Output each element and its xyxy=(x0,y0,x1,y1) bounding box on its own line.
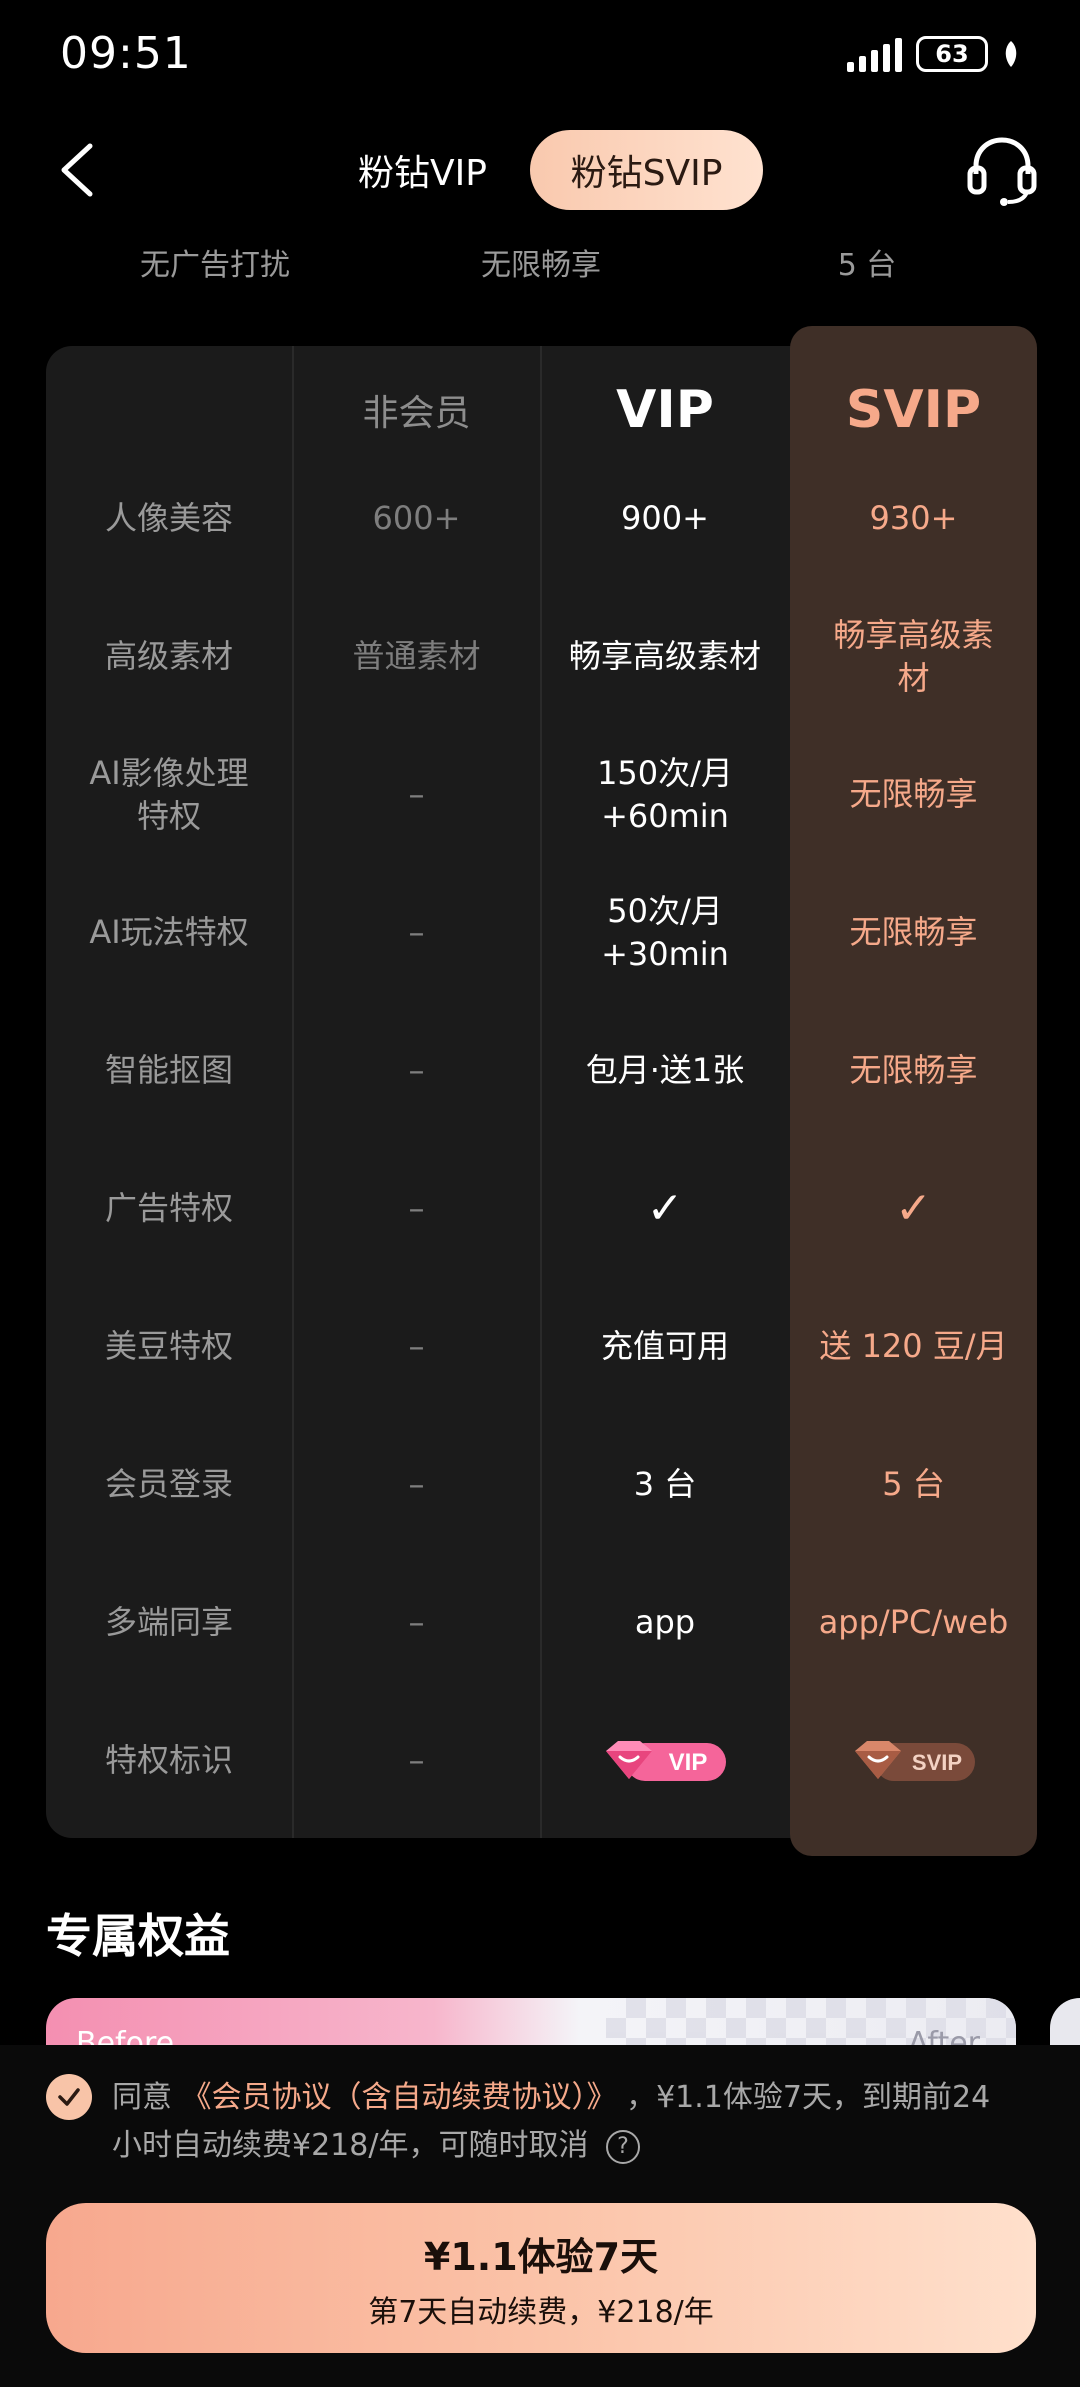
non-member-value: 600+ xyxy=(372,499,461,538)
vip-value: 包月·送1张 xyxy=(585,1051,745,1090)
vip-value: 900+ xyxy=(621,499,709,538)
row-label: 高级素材 xyxy=(104,637,233,676)
cta-sub-label: 第7天自动续费，¥218/年 xyxy=(368,2294,714,2330)
non-member-value: – xyxy=(408,1327,425,1366)
row-label: 特权标识 xyxy=(104,1741,233,1780)
vip-value: 充值可用 xyxy=(600,1327,729,1366)
table-row: AI影像处理特权 – 150次/月 +60min 无限畅享 xyxy=(46,726,1037,864)
vip-value: 3 台 xyxy=(633,1465,697,1504)
tab-svip[interactable]: 粉钻SVIP xyxy=(530,130,763,210)
leaf-icon xyxy=(1005,41,1017,67)
non-member-value: 普通素材 xyxy=(352,637,481,676)
vip-badge-cell: VIP xyxy=(541,1692,789,1830)
summary-item: 无限畅享 xyxy=(481,248,601,283)
non-member-value: – xyxy=(408,1465,425,1504)
check-icon xyxy=(58,2088,80,2106)
cta-main-label: ¥1.1体验7天 xyxy=(423,2234,659,2279)
table-row: AI玩法特权 – 50次/月 +30min 无限畅享 xyxy=(46,864,1037,1002)
non-member-value: – xyxy=(408,913,425,952)
header: 粉钻VIP 粉钻SVIP xyxy=(0,120,1080,220)
non-member-value: – xyxy=(408,1051,425,1090)
back-icon[interactable] xyxy=(50,140,110,200)
header-non-member: 非会员 xyxy=(362,393,471,434)
svip-badge-cell: SVIP xyxy=(790,1692,1037,1830)
vip-value: 50次/月 +30min xyxy=(601,891,729,973)
table-row: 人像美容 600+ 900+ 930+ xyxy=(46,450,1037,588)
svip-check-icon: ✓ xyxy=(895,1183,932,1235)
row-label: 多端同享 xyxy=(104,1603,233,1642)
table-row: 高级素材 普通素材 畅享高级素材 畅享高级素材 xyxy=(46,588,1037,726)
non-member-value: – xyxy=(408,775,425,814)
battery-icon: 63 xyxy=(916,36,988,72)
svip-value: 930+ xyxy=(869,499,958,538)
table-row: 多端同享 – app app/PC/web xyxy=(46,1554,1037,1692)
vip-value: 150次/月 +60min xyxy=(597,753,733,835)
non-member-value: – xyxy=(408,1603,425,1642)
svip-value: 无限畅享 xyxy=(849,1051,978,1090)
table-row: 会员登录 – 3 台 5 台 xyxy=(46,1416,1037,1554)
vip-value: 畅享高级素材 xyxy=(569,637,762,676)
row-label: 智能抠图 xyxy=(104,1051,233,1090)
summary-item: 5 台 xyxy=(837,248,897,283)
summary-row: 无广告打扰 无限畅享 5 台 xyxy=(0,240,1080,290)
subscribe-button[interactable]: ¥1.1体验7天 第7天自动续费，¥218/年 xyxy=(46,2203,1036,2353)
row-label: 广告特权 xyxy=(104,1189,233,1228)
svip-badge-text: SVIP xyxy=(911,1750,961,1775)
svip-value: 畅享高级素材 xyxy=(833,615,994,697)
section-title: 专属权益 xyxy=(46,1909,230,1963)
non-member-value: – xyxy=(408,1189,425,1228)
status-time: 09:51 xyxy=(60,28,192,79)
table-row: 广告特权 – ✓ ✓ xyxy=(46,1140,1037,1278)
header-vip: VIP xyxy=(616,380,714,440)
battery-level: 63 xyxy=(935,40,969,68)
table-row: 智能抠图 – 包月·送1张 无限畅享 xyxy=(46,1002,1037,1140)
vip-check-icon: ✓ xyxy=(646,1183,684,1235)
agreement-prefix: 同意 xyxy=(112,2080,172,2115)
summary-item: 无广告打扰 xyxy=(140,248,290,283)
status-icons: 63 xyxy=(847,34,1020,74)
signal-icon xyxy=(847,36,902,72)
row-label: 人像美容 xyxy=(104,499,233,538)
table-row: 美豆特权 – 充值可用 送 120 豆/月 xyxy=(46,1278,1037,1416)
vip-value: app xyxy=(634,1603,696,1642)
non-member-value: – xyxy=(408,1741,425,1780)
customer-service-icon[interactable] xyxy=(964,132,1040,208)
help-icon[interactable]: ? xyxy=(606,2129,641,2164)
status-bar: 09:51 63 xyxy=(0,0,1080,110)
svip-value: 送 120 豆/月 xyxy=(819,1327,1008,1366)
membership-page: 09:51 63 粉钻VIP 粉钻SVIP 无广告打扰 无限畅享 5 台 非会员… xyxy=(0,0,1080,2387)
svip-badge-icon: SVIP xyxy=(854,1741,975,1781)
row-label: 会员登录 xyxy=(104,1465,233,1504)
row-label: AI玩法特权 xyxy=(89,913,249,952)
row-label: 美豆特权 xyxy=(104,1327,233,1366)
row-label: AI影像处理特权 xyxy=(89,753,249,835)
svip-value: 5 台 xyxy=(882,1465,945,1504)
header-svip: SVIP xyxy=(845,380,982,440)
svip-value: 无限畅享 xyxy=(849,775,978,814)
table-row: 特权标识 – VIP SVIP xyxy=(46,1692,1037,1830)
agreement-text: 同意 《会员协议（含自动续费协议）》 ，¥1.1体验7天，到期前24小时自动续费… xyxy=(112,2074,1012,2170)
vip-badge-text: VIP xyxy=(669,1749,708,1776)
agreement-link[interactable]: 《会员协议（含自动续费协议）》 xyxy=(182,2080,617,2115)
svip-value: 无限畅享 xyxy=(849,913,978,952)
svip-value: app/PC/web xyxy=(818,1603,1009,1642)
vip-badge-icon: VIP xyxy=(606,1741,726,1781)
tab-vip[interactable]: 粉钻VIP xyxy=(335,130,510,210)
agree-checkbox[interactable] xyxy=(46,2074,92,2120)
